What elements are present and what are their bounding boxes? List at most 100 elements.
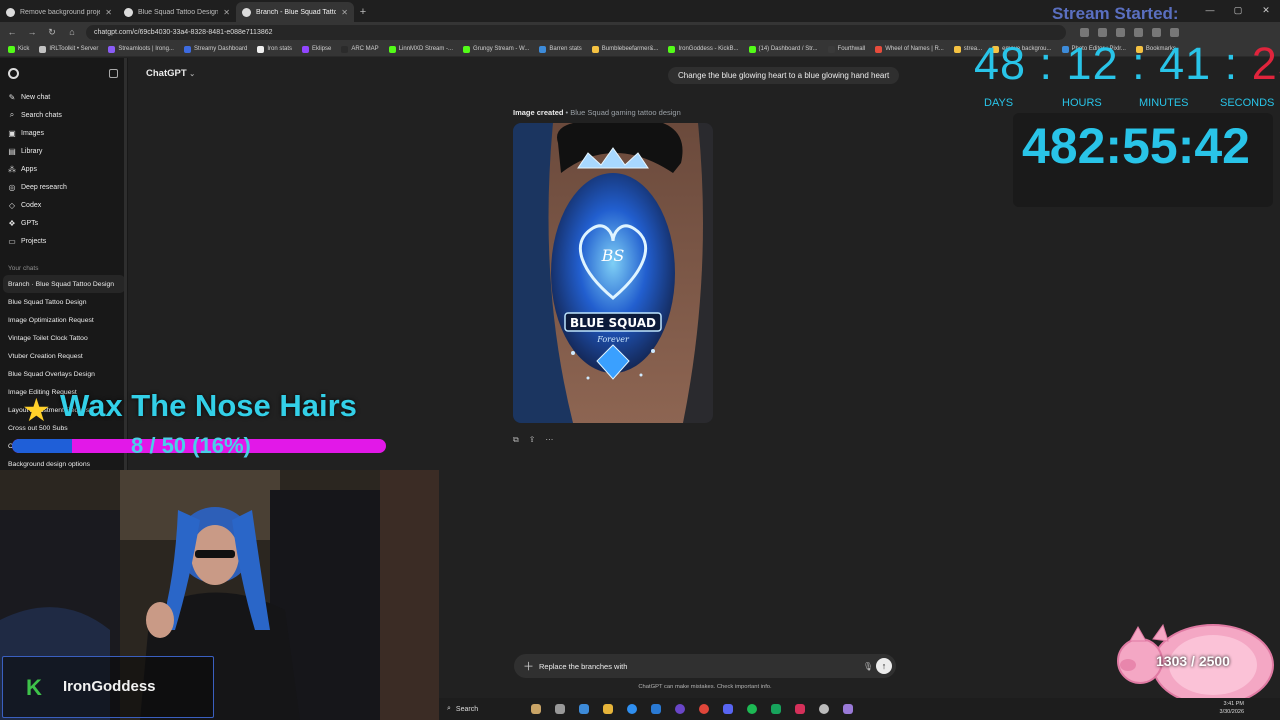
chat-history-item[interactable]: Image Optimization Request — [0, 311, 128, 329]
back-icon[interactable]: ← — [6, 27, 18, 37]
sidebar-nav-search-chats[interactable]: ⌕ Search chats — [0, 106, 128, 124]
spotify-icon[interactable] — [747, 704, 757, 714]
widgets-icon[interactable] — [531, 704, 541, 714]
star-icon[interactable] — [1080, 27, 1089, 37]
bookmark-icon — [591, 45, 599, 53]
favicon-icon — [124, 7, 133, 17]
clock-time: 3:41 PM — [1223, 701, 1244, 707]
chat-history-item[interactable]: Branch · Blue Squad Tattoo Design — [3, 275, 125, 293]
sidebar-nav-codex[interactable]: ◇ Codex — [0, 196, 128, 214]
add-attachment-icon[interactable]: ＋ — [523, 658, 537, 674]
bookmark-item[interactable]: Barren stats — [539, 45, 582, 53]
bookmark-icon — [668, 45, 676, 53]
bookmark-label: Grungy Stream - W... — [473, 46, 530, 52]
sidebar-nav-deep-research[interactable]: ◎ Deep research — [0, 178, 128, 196]
close-tab-icon[interactable]: ✕ — [341, 8, 348, 17]
chat-history-item[interactable]: Blue Squad Overlays Design — [0, 365, 128, 383]
sidebar-nav-library[interactable]: ▤ Library — [0, 142, 128, 160]
bookmark-item[interactable]: LinnMXD Stream -... — [388, 45, 453, 53]
image-title-link[interactable]: • Blue Squad gaming tattoo design — [566, 108, 681, 117]
extension-icon[interactable] — [1098, 27, 1107, 37]
close-window-icon[interactable]: ✕ — [1252, 0, 1280, 20]
openai-logo-icon[interactable] — [8, 67, 19, 79]
close-tab-icon[interactable]: ✕ — [223, 8, 230, 17]
sidebar-nav-projects[interactable]: ▭ Projects — [0, 232, 128, 250]
app-icon[interactable] — [843, 704, 853, 714]
maximize-icon[interactable]: ▢ — [1224, 0, 1252, 20]
chat-history-item[interactable]: Vintage Toilet Clock Tattoo — [0, 329, 128, 347]
browser-tab-active[interactable]: Branch - Blue Squad Tattoo Des ✕ — [236, 2, 354, 22]
prompt-input[interactable] — [539, 661, 860, 671]
sidebar-nav-gpts[interactable]: ❖ GPTs — [0, 214, 128, 232]
extension-icon[interactable] — [1116, 27, 1125, 37]
uptime-timer: 482:55:42 — [1022, 118, 1250, 174]
minimize-icon[interactable]: — — [1196, 0, 1224, 20]
bookmark-item[interactable]: (14) Dashboard / Str... — [748, 45, 818, 53]
model-selector[interactable]: ChatGPT ⌄ — [146, 68, 195, 79]
reload-icon[interactable]: ↻ — [46, 27, 58, 38]
bookmark-item[interactable]: Iron stats — [257, 45, 292, 53]
extensions — [1080, 27, 1179, 37]
bookmark-icon — [539, 45, 547, 53]
user-message: Change the blue glowing heart to a blue … — [668, 67, 900, 84]
discord-icon[interactable] — [723, 704, 733, 714]
stream-countdown: 48 : 12 : 41 : 25 — [974, 38, 1280, 90]
close-tab-icon[interactable]: ✕ — [105, 8, 112, 17]
copy-icon[interactable]: ⧉ — [513, 435, 519, 445]
file-explorer-icon[interactable] — [603, 704, 613, 714]
unit-days: DAYS — [984, 97, 1014, 109]
search-icon: ⌕ — [447, 705, 451, 712]
extension-icon[interactable] — [1152, 27, 1161, 37]
settings-icon[interactable] — [819, 704, 829, 714]
chrome-icon[interactable] — [699, 704, 709, 714]
research-icon: ◎ — [8, 182, 16, 192]
folder-icon: ▭ — [8, 236, 16, 246]
model-name: ChatGPT — [146, 68, 187, 79]
bookmark-item[interactable]: Grungy Stream - W... — [463, 45, 530, 53]
extension-icon[interactable] — [1170, 27, 1179, 37]
send-button[interactable]: ↑ — [876, 658, 892, 674]
bookmark-item[interactable]: Streamloots | Irong... — [108, 45, 174, 53]
bookmark-item[interactable]: Fourthwall — [827, 45, 865, 53]
browser-tab[interactable]: Remove background project - I ✕ — [0, 2, 118, 22]
home-icon[interactable]: ⌂ — [66, 27, 78, 37]
store-icon[interactable] — [579, 704, 589, 714]
tattoo-banner: BLUE SQUAD — [570, 316, 656, 330]
share-icon[interactable]: ⇪ — [529, 435, 536, 445]
bookmark-item[interactable]: ARC MAP — [341, 45, 379, 53]
more-icon[interactable]: ⋯ — [545, 435, 553, 445]
url-field[interactable]: chatgpt.com/c/69cb4030-33a4-8328-8481-e0… — [86, 24, 1066, 40]
bookmark-item[interactable]: Streamy Dashboard — [183, 45, 247, 53]
taskbar-search[interactable]: ⌕ Search — [447, 705, 517, 713]
generated-tattoo-image[interactable]: BS BLUE SQUAD Forever — [513, 123, 713, 423]
bookmark-item[interactable]: IRLToolkit • Server — [39, 45, 98, 53]
sidebar-nav-apps[interactable]: ⁂ Apps — [0, 160, 128, 178]
chat-history-item[interactable]: Vtuber Creation Request — [0, 347, 128, 365]
image-actions: ⧉ ⇪ ⋯ — [513, 435, 553, 445]
edge-icon[interactable] — [627, 704, 637, 714]
forward-icon[interactable]: → — [26, 27, 38, 37]
bookmark-label: IronGoddess - KickB... — [678, 46, 739, 52]
bookmark-item[interactable]: Wheel of Names | R... — [875, 45, 944, 53]
collapse-sidebar-icon[interactable] — [109, 68, 118, 78]
bookmark-item[interactable]: IronGoddess - KickB... — [668, 45, 739, 53]
bookmark-icon — [827, 45, 835, 53]
system-clock[interactable]: 3:41 PM 3/30/2026 — [1220, 700, 1244, 716]
bookmark-item[interactable]: Kick — [8, 45, 29, 53]
sidebar-nav-new-chat[interactable]: ✎ New chat — [0, 88, 128, 106]
bookmark-item[interactable]: Bumblebeefarmer&... — [591, 45, 658, 53]
outlook-icon[interactable] — [651, 704, 661, 714]
window-controls: — ▢ ✕ — [1196, 0, 1280, 20]
bookmark-label: Eklipse — [312, 46, 332, 52]
app-icon[interactable] — [675, 704, 685, 714]
microphone-icon[interactable]: 🎙 — [860, 662, 876, 671]
extension-icon[interactable] — [1134, 27, 1143, 37]
task-view-icon[interactable] — [555, 704, 565, 714]
browser-tab[interactable]: Blue Squad Tattoo Design ✕ — [118, 2, 236, 22]
app-icon[interactable] — [771, 704, 781, 714]
bookmark-item[interactable]: Eklipse — [302, 45, 332, 53]
chat-history-item[interactable]: Blue Squad Tattoo Design — [0, 293, 128, 311]
new-tab-button[interactable]: + — [354, 2, 372, 22]
app-icon[interactable] — [795, 704, 805, 714]
sidebar-nav-images[interactable]: ▣ Images — [0, 124, 128, 142]
